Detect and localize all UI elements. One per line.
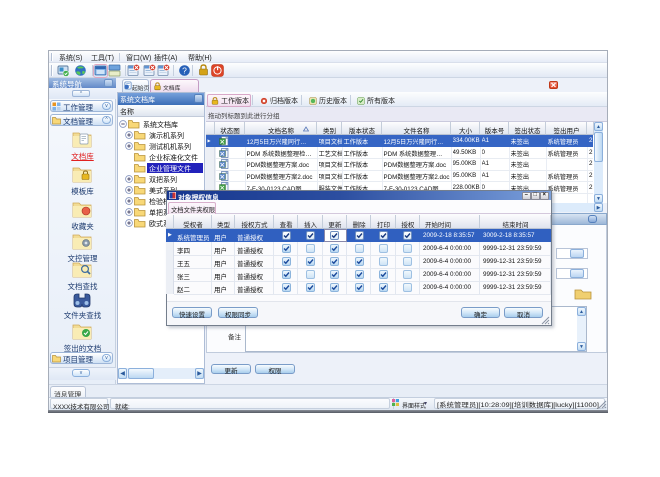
- svg-text:?: ?: [182, 66, 187, 76]
